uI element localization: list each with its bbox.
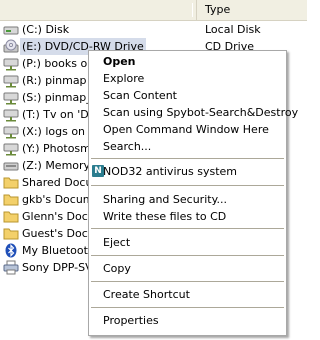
item-name: (C:) Disk	[22, 23, 70, 36]
network-drive-icon	[3, 58, 19, 71]
menu-item-sharing-security[interactable]: Sharing and Security...	[89, 191, 286, 208]
column-header: Type	[0, 0, 307, 21]
item-name: My Bluetooth	[22, 244, 95, 257]
folder-icon	[3, 211, 19, 223]
list-item[interactable]: (C:) Disk Local Disk	[0, 21, 307, 38]
menu-separator	[91, 228, 284, 229]
cd-drive-icon	[3, 39, 19, 53]
menu-item-nod32[interactable]: N NOD32 antivirus system	[89, 163, 286, 180]
network-drive-icon	[3, 143, 19, 156]
context-menu: Open Explore Scan Content Scan using Spy…	[88, 50, 298, 336]
network-drive-icon	[3, 126, 19, 139]
name-column-header[interactable]	[0, 0, 197, 20]
folder-icon	[3, 194, 19, 206]
menu-separator	[91, 307, 284, 308]
item-name: (P:) books o	[22, 57, 88, 70]
menu-item-properties[interactable]: Properties	[89, 312, 286, 329]
printer-icon	[3, 260, 19, 275]
item-type: Local Disk	[205, 23, 261, 36]
removable-drive-icon	[3, 162, 19, 171]
hard-drive-icon	[3, 26, 19, 35]
menu-separator	[91, 255, 284, 256]
item-name: (R:) pinmap c	[22, 74, 97, 87]
item-name: (T:) Tv on 'Do	[22, 108, 96, 121]
menu-item-nod32-label: NOD32 antivirus system	[103, 165, 237, 178]
menu-item-open-command-window[interactable]: Open Command Window Here	[89, 121, 286, 138]
menu-item-write-to-cd[interactable]: Write these files to CD	[89, 208, 286, 225]
menu-item-explore[interactable]: Explore	[89, 70, 286, 87]
menu-item-eject[interactable]: Eject	[89, 234, 286, 251]
menu-item-copy[interactable]: Copy	[89, 260, 286, 277]
menu-item-scan-spybot[interactable]: Scan using Spybot-Search&Destroy	[89, 104, 298, 121]
menu-item-search[interactable]: Search...	[89, 138, 286, 155]
network-drive-icon	[3, 109, 19, 122]
network-drive-icon	[3, 92, 19, 105]
menu-separator	[91, 185, 284, 186]
menu-item-scan-content[interactable]: Scan Content	[89, 87, 286, 104]
menu-separator	[91, 158, 284, 159]
item-name: (Y:) Photosm	[22, 142, 91, 155]
network-drive-icon	[3, 75, 19, 88]
nod32-icon: N	[92, 165, 104, 177]
menu-item-create-shortcut[interactable]: Create Shortcut	[89, 286, 286, 303]
bluetooth-icon	[5, 243, 17, 258]
menu-item-open[interactable]: Open	[89, 53, 286, 70]
folder-icon	[3, 228, 19, 240]
folder-icon	[3, 177, 19, 189]
type-column-header[interactable]: Type	[197, 0, 307, 20]
menu-separator	[91, 281, 284, 282]
